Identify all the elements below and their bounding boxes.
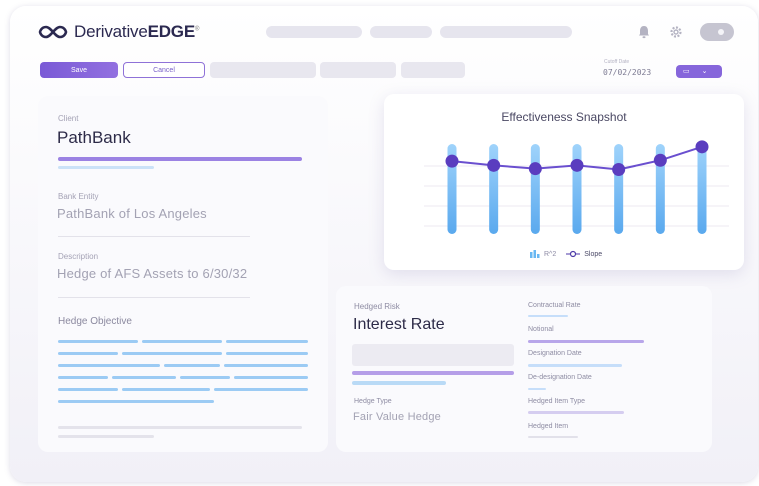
gear-icon[interactable] [666, 22, 686, 42]
date-picker-button[interactable]: ▭ ⌄ [676, 65, 722, 78]
hedged-item-type-underline [528, 411, 624, 414]
hedge-type-value: Fair Value Hedge [353, 411, 441, 423]
client-underline-secondary [58, 166, 154, 169]
nav-item-placeholder[interactable] [370, 26, 432, 38]
line-marker-icon [566, 250, 581, 258]
slope-point[interactable] [612, 163, 626, 177]
toolbar-placeholder[interactable] [320, 62, 396, 78]
description-label: Description [58, 252, 99, 261]
r2-bar[interactable] [697, 144, 707, 234]
hedged-item-type-label: Hedged Item Type [528, 398, 586, 405]
bar-chart-icon [530, 250, 540, 258]
date-value: 07/02/2023 [603, 68, 652, 77]
slope-point[interactable] [445, 154, 459, 168]
field-underline [528, 388, 546, 390]
calendar-icon: ▭ [683, 68, 690, 75]
bank-entity-label: Bank Entity [58, 192, 99, 201]
divider [58, 236, 250, 237]
logo-wordmark: DerivativeEDGE® [74, 22, 200, 41]
chart-legend: R^2 Slope [530, 250, 602, 258]
hedged-risk-input[interactable] [352, 344, 514, 366]
slope-point[interactable] [653, 153, 667, 167]
hedged-risk-label: Hedged Risk [354, 302, 400, 311]
date-label: Cutoff Date [604, 59, 630, 65]
legend-slope-label: Slope [584, 250, 603, 258]
bell-icon[interactable] [634, 22, 654, 42]
divider [58, 297, 250, 298]
infinity-logo-icon [38, 23, 68, 41]
field-underline [528, 436, 578, 438]
toolbar-placeholder[interactable] [401, 62, 465, 78]
hedge-type-label: Hedge Type [354, 398, 392, 405]
theme-toggle[interactable] [700, 23, 734, 41]
hedge-summary-card: Hedged Risk Interest Rate Hedge Type Fai… [336, 286, 712, 452]
hedged-risk-underline [352, 371, 514, 375]
save-button[interactable]: Save [40, 62, 118, 78]
effectiveness-chart-card: Effectiveness Snapshot R^2 Slope [384, 94, 744, 270]
hedged-risk-value: Interest Rate [353, 316, 445, 333]
legend-r2-label: R^2 [544, 250, 557, 258]
notional-underline [528, 340, 644, 343]
description-value: Hedge of AFS Assets to 6/30/32 [57, 266, 248, 281]
hedge-details-card: Client PathBank Bank Entity PathBank of … [38, 96, 328, 452]
footer-placeholder [58, 435, 154, 438]
designation-date-underline [528, 364, 622, 367]
client-label: Client [58, 114, 79, 123]
contractual-rate-label: Contractual Rate [528, 302, 581, 309]
hedged-item-label: Hedged Item [528, 423, 569, 430]
chevron-down-icon: ⌄ [701, 68, 708, 75]
hedge-objective-label: Hedge Objective [58, 316, 132, 327]
nav-item-placeholder[interactable] [440, 26, 572, 38]
slope-point[interactable] [570, 158, 584, 172]
toolbar-placeholder[interactable] [210, 62, 316, 78]
slope-point[interactable] [487, 158, 501, 172]
client-underline [58, 157, 302, 161]
cancel-button[interactable]: Cancel [123, 62, 205, 78]
r2-bar[interactable] [489, 144, 499, 234]
client-value: PathBank [57, 128, 131, 147]
r2-bar[interactable] [614, 144, 624, 234]
legend-r2[interactable]: R^2 [530, 250, 556, 258]
hedged-risk-underline-secondary [352, 381, 446, 385]
nav-item-placeholder[interactable] [266, 26, 362, 38]
top-navigation [266, 26, 572, 38]
r2-bar[interactable] [572, 144, 582, 234]
field-underline [528, 315, 568, 317]
bank-entity-value: PathBank of Los Angeles [57, 206, 207, 221]
r2-bar[interactable] [530, 144, 540, 234]
app-window: DerivativeEDGE® Save Cancel Cutoff Date … [10, 6, 758, 482]
legend-slope[interactable]: Slope [566, 250, 602, 258]
derivativeedge-logo[interactable]: DerivativeEDGE® [38, 22, 199, 42]
effectiveness-chart [424, 140, 729, 234]
footer-placeholder [58, 426, 302, 429]
notional-label: Notional [528, 326, 554, 333]
slope-point[interactable] [528, 162, 542, 176]
slope-point[interactable] [695, 140, 709, 154]
designation-date-label: Designation Date [528, 350, 582, 357]
dedesignation-date-label: De-designation Date [528, 374, 592, 381]
